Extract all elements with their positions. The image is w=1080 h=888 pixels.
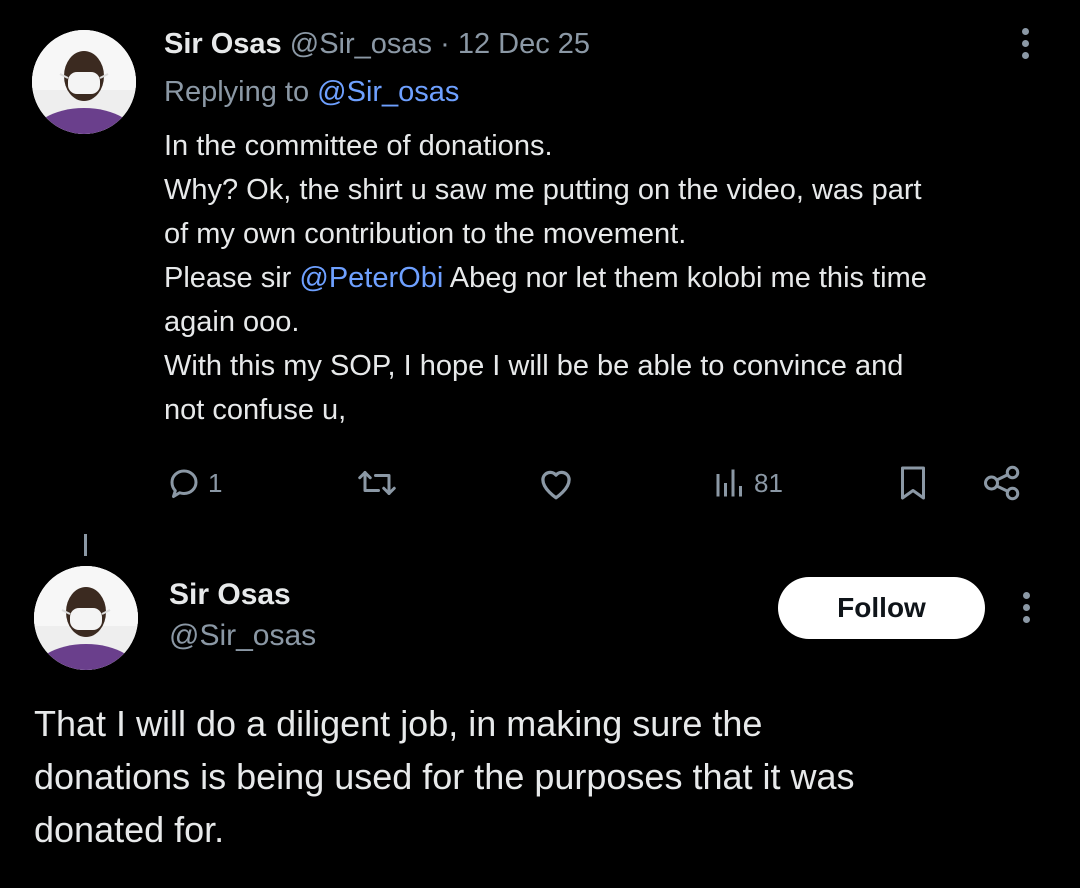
views-icon: [716, 469, 742, 497]
more-vertical-icon[interactable]: [1020, 28, 1030, 64]
follow-button[interactable]: Follow: [778, 577, 985, 639]
mention-link[interactable]: @PeterObi: [299, 262, 443, 294]
share-button[interactable]: [982, 458, 1022, 508]
author-handle[interactable]: @Sir_osas: [169, 618, 316, 654]
replying-handle-link[interactable]: @Sir_osas: [317, 76, 459, 108]
action-bar: 1 81: [0, 458, 1080, 508]
retweet-button[interactable]: [356, 458, 404, 508]
tweet-text-line: of my own contribution to the movement.: [164, 218, 687, 250]
retweet-icon: [358, 471, 396, 495]
bookmark-button[interactable]: [896, 458, 930, 508]
tweet-text-line: Why? Ok, the shirt u saw me putting on t…: [164, 174, 922, 206]
views-button[interactable]: 81: [712, 458, 783, 508]
reply-button[interactable]: 1: [166, 458, 222, 508]
separator-dot: ·: [440, 28, 450, 60]
like-button[interactable]: [536, 458, 582, 508]
author-handle[interactable]: @Sir_osas: [290, 28, 432, 60]
reply-icon: [170, 469, 198, 498]
reply-count: 1: [208, 467, 223, 498]
tweet-date[interactable]: 12 Dec 25: [458, 28, 590, 60]
tweet-text-line: not confuse u,: [164, 394, 347, 426]
author-name[interactable]: Sir Osas: [164, 28, 282, 60]
more-vertical-icon[interactable]: [1021, 592, 1031, 628]
tweet-text: In the committee of donations. Why? Ok, …: [164, 124, 1054, 432]
author-name[interactable]: Sir Osas: [169, 577, 291, 613]
views-count: 81: [754, 467, 783, 498]
heart-icon: [541, 470, 571, 500]
thread-connector: [84, 534, 87, 556]
share-icon: [984, 465, 1020, 501]
replying-to: Replying to @Sir_osas: [164, 74, 459, 110]
tweet-text-line: With this my SOP, I hope I will be be ab…: [164, 350, 904, 382]
bookmark-icon: [901, 466, 925, 500]
tweet-text-line: Please sir @PeterObi Abeg nor let them k…: [164, 256, 1054, 300]
tweet-header: Sir Osas @Sir_osas · 12 Dec 25: [164, 26, 590, 62]
tweet-text-line: donations is being used for the purposes…: [34, 756, 855, 797]
avatar-image: [34, 566, 138, 670]
tweet-text-line: In the committee of donations.: [164, 130, 553, 162]
avatar-image: [32, 30, 136, 134]
text-fragment: Please sir: [164, 262, 300, 294]
avatar[interactable]: [34, 566, 138, 670]
replying-label: Replying to: [164, 76, 310, 108]
tweet-text-line: again ooo.: [164, 306, 300, 338]
tweet-text-line: donated for.: [34, 809, 225, 850]
text-fragment: Abeg nor let them kolobi me this time: [443, 262, 927, 294]
avatar[interactable]: [32, 30, 136, 134]
tweet-text: That I will do a diligent job, in making…: [34, 697, 1044, 856]
tweet-text-line: That I will do a diligent job, in making…: [34, 703, 763, 744]
